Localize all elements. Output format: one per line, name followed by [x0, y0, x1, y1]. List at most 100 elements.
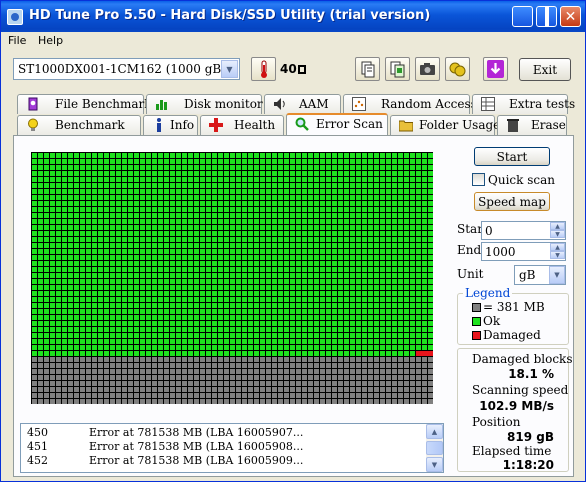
- tab-file-benchmark-label: File Benchmark: [55, 97, 152, 111]
- tab-aam[interactable]: AAM: [264, 94, 341, 114]
- scanning-speed-value: 102.9 MB/s: [479, 399, 554, 413]
- tab-benchmark[interactable]: Benchmark: [17, 115, 141, 135]
- quick-scan-checkbox[interactable]: [472, 173, 485, 186]
- spin-up-icon[interactable]: ▲: [550, 222, 565, 230]
- log-row-message: Error at 781538 MB (LBA 16005908...: [89, 440, 304, 453]
- legend-damaged: Damaged: [483, 328, 541, 342]
- menu-help[interactable]: Help: [38, 34, 63, 47]
- speed-map-button[interactable]: Speed map: [474, 192, 550, 211]
- spin-up-icon[interactable]: ▲: [550, 243, 565, 251]
- temperature-button[interactable]: [251, 57, 276, 81]
- trash-icon: [507, 119, 519, 132]
- thermometer-icon: [261, 60, 267, 78]
- tab-disk-monitor[interactable]: Disk monitor: [146, 94, 263, 114]
- tab-folder-usage-label: Folder Usage: [419, 118, 501, 132]
- unit-select[interactable]: gB ▼: [514, 265, 566, 285]
- menu-bar: File Help: [1, 32, 585, 51]
- spin-down-icon[interactable]: ▼: [550, 251, 565, 259]
- save-button[interactable]: [483, 57, 508, 81]
- log-row-number: 451: [27, 440, 48, 453]
- tab-disk-monitor-label: Disk monitor: [184, 97, 263, 111]
- health-cross-icon: [209, 118, 223, 132]
- temperature-unit-icon: [297, 65, 306, 74]
- window-title: HD Tune Pro 5.50 - Hard Disk/SSD Utility…: [29, 8, 431, 23]
- screenshot-button[interactable]: [415, 57, 440, 81]
- tab-random-access[interactable]: Random Access: [343, 94, 477, 114]
- tab-health[interactable]: Health: [200, 115, 284, 135]
- file-benchmark-icon: [28, 97, 38, 111]
- tab-benchmark-label: Benchmark: [55, 118, 125, 132]
- log-row-number: 452: [27, 454, 48, 467]
- spin-down-icon[interactable]: ▼: [550, 230, 565, 238]
- block-map: [31, 152, 433, 404]
- copy-text-button[interactable]: [355, 57, 380, 81]
- table-grid-icon: [481, 97, 495, 111]
- start-position-input[interactable]: 0 ▲ ▼: [481, 221, 566, 240]
- end-field-label: End: [457, 243, 482, 257]
- damaged-blocks-value: 18.1 %: [508, 367, 554, 381]
- end-position-value: 1000: [485, 245, 516, 259]
- tab-file-benchmark[interactable]: File Benchmark: [17, 94, 152, 114]
- tab-erase-label: Erase: [531, 118, 566, 132]
- tab-random-access-label: Random Access: [381, 97, 477, 111]
- tab-folder-usage[interactable]: Folder Usage: [390, 115, 500, 135]
- unit-select-value: gB: [519, 268, 536, 282]
- scanning-speed-label: Scanning speed: [472, 383, 569, 397]
- legend-block-size: = 381 MB: [483, 300, 545, 314]
- log-row-number: 450: [27, 426, 48, 439]
- info-icon: [157, 118, 161, 132]
- temperature-value: 40: [280, 62, 306, 76]
- log-row-message: Error at 781538 MB (LBA 16005909...: [89, 454, 304, 467]
- tab-error-scan[interactable]: Error Scan: [286, 113, 388, 135]
- tab-info-label: Info: [170, 118, 195, 132]
- error-log-list[interactable]: 450 Error at 781538 MB (LBA 16005907... …: [20, 423, 444, 473]
- copy-text-icon: [361, 61, 375, 78]
- quick-scan-label[interactable]: Quick scan: [488, 173, 555, 187]
- log-scrollbar[interactable]: ▲ ▼: [426, 424, 443, 472]
- scroll-thumb[interactable]: [426, 441, 443, 455]
- close-icon: ✕: [564, 8, 577, 25]
- elapsed-time-value: 1:18:20: [502, 458, 554, 472]
- scanned-ok-blocks: [31, 152, 433, 356]
- camera-icon: [420, 63, 435, 75]
- chevron-down-icon: ▼: [431, 460, 438, 469]
- copy-screenshot-button[interactable]: [385, 57, 410, 81]
- tab-extra-tests[interactable]: Extra tests: [472, 94, 575, 114]
- menu-file[interactable]: File: [8, 34, 26, 47]
- scroll-up-button[interactable]: ▲: [426, 424, 443, 439]
- legend-swatch-unscanned: [472, 303, 481, 312]
- tab-erase[interactable]: Erase: [497, 115, 567, 135]
- maximize-icon: [545, 10, 549, 24]
- drive-select-value: ST1000DX001-1CM162 (1000 gB): [18, 62, 226, 76]
- speaker-icon: [274, 98, 285, 110]
- scatter-plot-icon: [352, 97, 366, 111]
- legend-title: Legend: [463, 286, 513, 300]
- damaged-blocks: [416, 351, 433, 356]
- title-bar[interactable]: HD Tune Pro 5.50 - Hard Disk/SSD Utility…: [1, 1, 585, 32]
- minimize-button[interactable]: [512, 6, 533, 27]
- end-position-input[interactable]: 1000 ▲ ▼: [481, 242, 566, 261]
- tab-info[interactable]: Info: [143, 115, 198, 135]
- tab-health-label: Health: [234, 118, 276, 132]
- legend-box: Legend = 381 MB Ok Damaged: [457, 286, 569, 345]
- start-scan-button[interactable]: Start: [474, 147, 550, 166]
- folder-icon: [399, 120, 413, 132]
- copy-screenshot-icon: [390, 61, 405, 78]
- tab-error-scan-label: Error Scan: [316, 117, 383, 131]
- exit-button[interactable]: Exit: [519, 58, 571, 81]
- health-report-icon: [449, 62, 466, 77]
- drive-select[interactable]: ST1000DX001-1CM162 (1000 gB) ▼: [13, 58, 240, 80]
- chevron-down-icon[interactable]: ▼: [221, 60, 238, 78]
- health-report-button[interactable]: [445, 57, 470, 81]
- legend-swatch-damaged: [472, 331, 481, 340]
- scroll-down-button[interactable]: ▼: [426, 457, 443, 472]
- maximize-button[interactable]: [536, 6, 557, 27]
- magnifier-icon: [295, 117, 309, 131]
- close-button[interactable]: ✕: [560, 6, 581, 27]
- legend-swatch-ok: [472, 317, 481, 326]
- legend-ok: Ok: [483, 314, 501, 328]
- light-bulb-icon: [28, 118, 38, 131]
- chevron-down-icon[interactable]: ▼: [549, 266, 565, 284]
- chevron-up-icon: ▲: [431, 427, 438, 436]
- app-window: HD Tune Pro 5.50 - Hard Disk/SSD Utility…: [0, 0, 586, 482]
